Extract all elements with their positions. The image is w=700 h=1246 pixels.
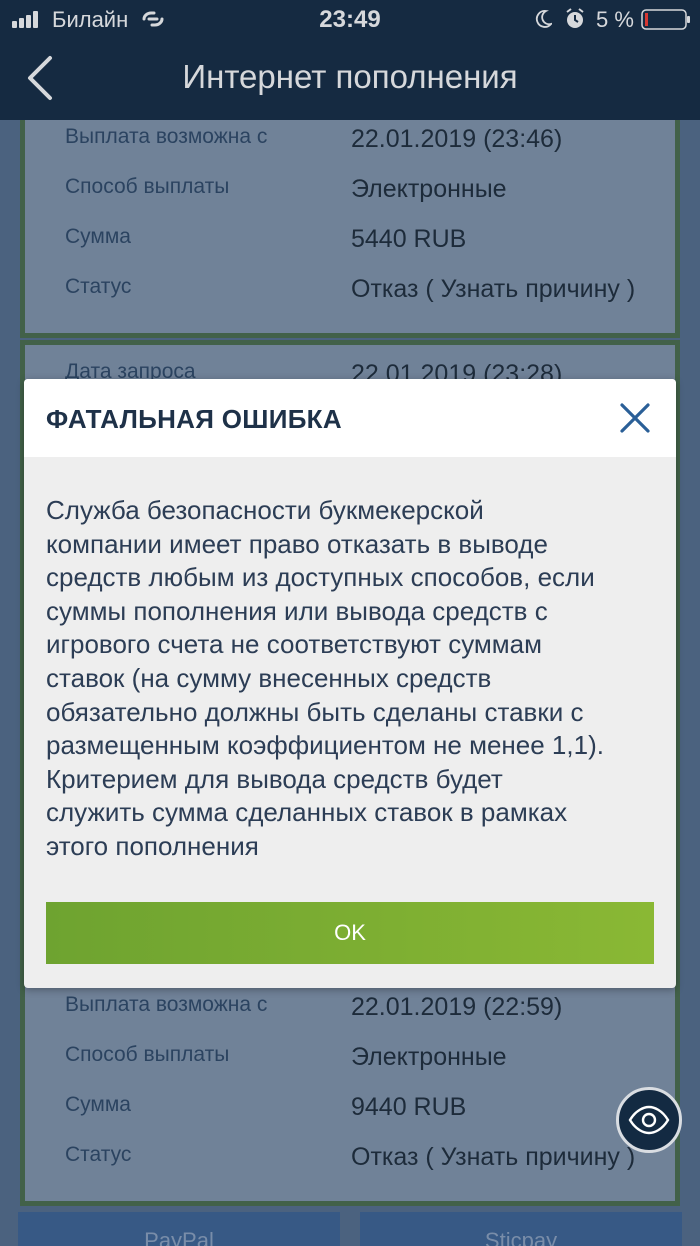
error-dialog: ФАТАЛЬНАЯ ОШИБКА Служба безопасности бук… [24, 379, 676, 988]
dialog-title: ФАТАЛЬНАЯ ОШИБКА [46, 404, 342, 434]
message-line: ставок (на сумму внесенных средств [46, 662, 492, 693]
dialog-header: ФАТАЛЬНАЯ ОШИБКА [24, 379, 676, 457]
message-line: служить сумма сделанных ставок в рамках [46, 797, 568, 828]
message-line: обязательно должны быть сделаны ставки с [46, 696, 584, 727]
eye-icon [628, 1105, 670, 1135]
message-line: размещенным коэффициентом не менее 1,1). [46, 730, 604, 761]
close-icon[interactable] [618, 401, 652, 435]
message-line: Служба безопасности букмекерской [46, 495, 484, 525]
ok-button[interactable]: OK [46, 902, 654, 964]
eye-toggle-button[interactable] [616, 1087, 682, 1153]
message-line: компании имеет право отказать в выводе [46, 528, 548, 559]
message-line: этого пополнения [46, 830, 259, 861]
message-line: Критерием для вывода средств будет [46, 763, 503, 794]
message-line: средств любым из доступных способов, есл… [46, 562, 595, 593]
message-line: игрового счета не соответствуют суммам [46, 629, 542, 660]
message-line: суммы пополнения или вывода средств с [46, 595, 548, 626]
dialog-message: Служба безопасности букмекерской компани… [46, 494, 658, 864]
